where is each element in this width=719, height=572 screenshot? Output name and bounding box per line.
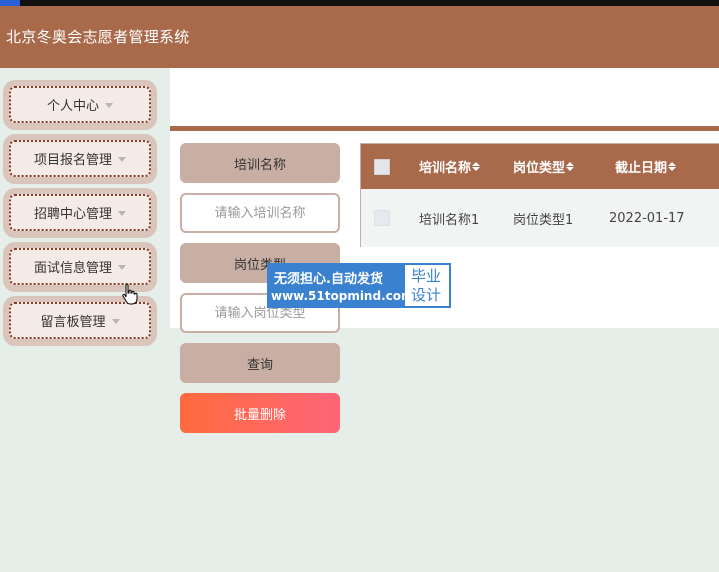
sidebar-item-personal-center[interactable]: 个人中心 <box>3 80 157 130</box>
data-table: 培训名称 岗位类型 截止日期 培训名称1 岗位类型1 2022-01-17 <box>360 143 719 247</box>
watermark-banner: 无须担心.自动发货 www.51topmind.com 毕业 设计 <box>267 263 451 308</box>
sidebar-item-label: 面试信息管理 <box>33 261 112 276</box>
cell-training-name: 培训名称1 <box>419 212 480 228</box>
training-name-input[interactable] <box>180 193 340 233</box>
cell-deadline: 2022-01-17 <box>609 210 685 226</box>
watermark-url: www.51topmind.com <box>271 289 414 303</box>
caret-down-icon <box>118 210 126 216</box>
sidebar: 个人中心 项目报名管理 招聘中心管理 面试信息管理 留言板管理 <box>0 68 170 572</box>
row-checkbox[interactable] <box>374 210 390 226</box>
sidebar-item-label: 留言板管理 <box>40 315 106 330</box>
breadcrumb-area <box>170 68 719 126</box>
column-header-position-type[interactable]: 岗位类型 <box>513 144 575 189</box>
app-title: 北京冬奥会志愿者管理系统 <box>6 28 190 46</box>
select-all-checkbox[interactable] <box>374 158 390 175</box>
sidebar-item-label: 招聘中心管理 <box>33 207 112 222</box>
sidebar-item-project-registration[interactable]: 项目报名管理 <box>3 134 157 184</box>
sidebar-item-label: 个人中心 <box>46 99 99 114</box>
sidebar-item-label: 项目报名管理 <box>33 153 112 168</box>
app-header: 北京冬奥会志愿者管理系统 <box>0 6 719 68</box>
table-header: 培训名称 岗位类型 截止日期 <box>361 144 719 189</box>
watermark-text: 无须担心.自动发货 <box>274 272 383 287</box>
caret-down-icon <box>111 318 120 324</box>
hand-cursor-icon <box>122 283 138 305</box>
column-header-training-name[interactable]: 培训名称 <box>419 144 481 189</box>
caret-down-icon <box>105 102 113 108</box>
batch-delete-button[interactable]: 批量删除 <box>180 393 340 433</box>
cell-position-type: 岗位类型1 <box>513 212 574 228</box>
sidebar-item-recruitment-center[interactable]: 招聘中心管理 <box>3 188 157 238</box>
caret-down-icon <box>118 264 126 270</box>
sort-icon <box>668 162 677 171</box>
column-header-deadline[interactable]: 截止日期 <box>615 144 677 189</box>
table-row: 培训名称1 岗位类型1 2022-01-17 <box>361 189 719 247</box>
sort-icon <box>566 162 575 171</box>
training-name-label: 培训名称 <box>180 143 340 183</box>
sort-icon <box>472 162 481 171</box>
watermark-badge: 毕业 设计 <box>405 265 449 306</box>
caret-down-icon <box>118 156 126 162</box>
query-button[interactable]: 查询 <box>180 343 340 383</box>
